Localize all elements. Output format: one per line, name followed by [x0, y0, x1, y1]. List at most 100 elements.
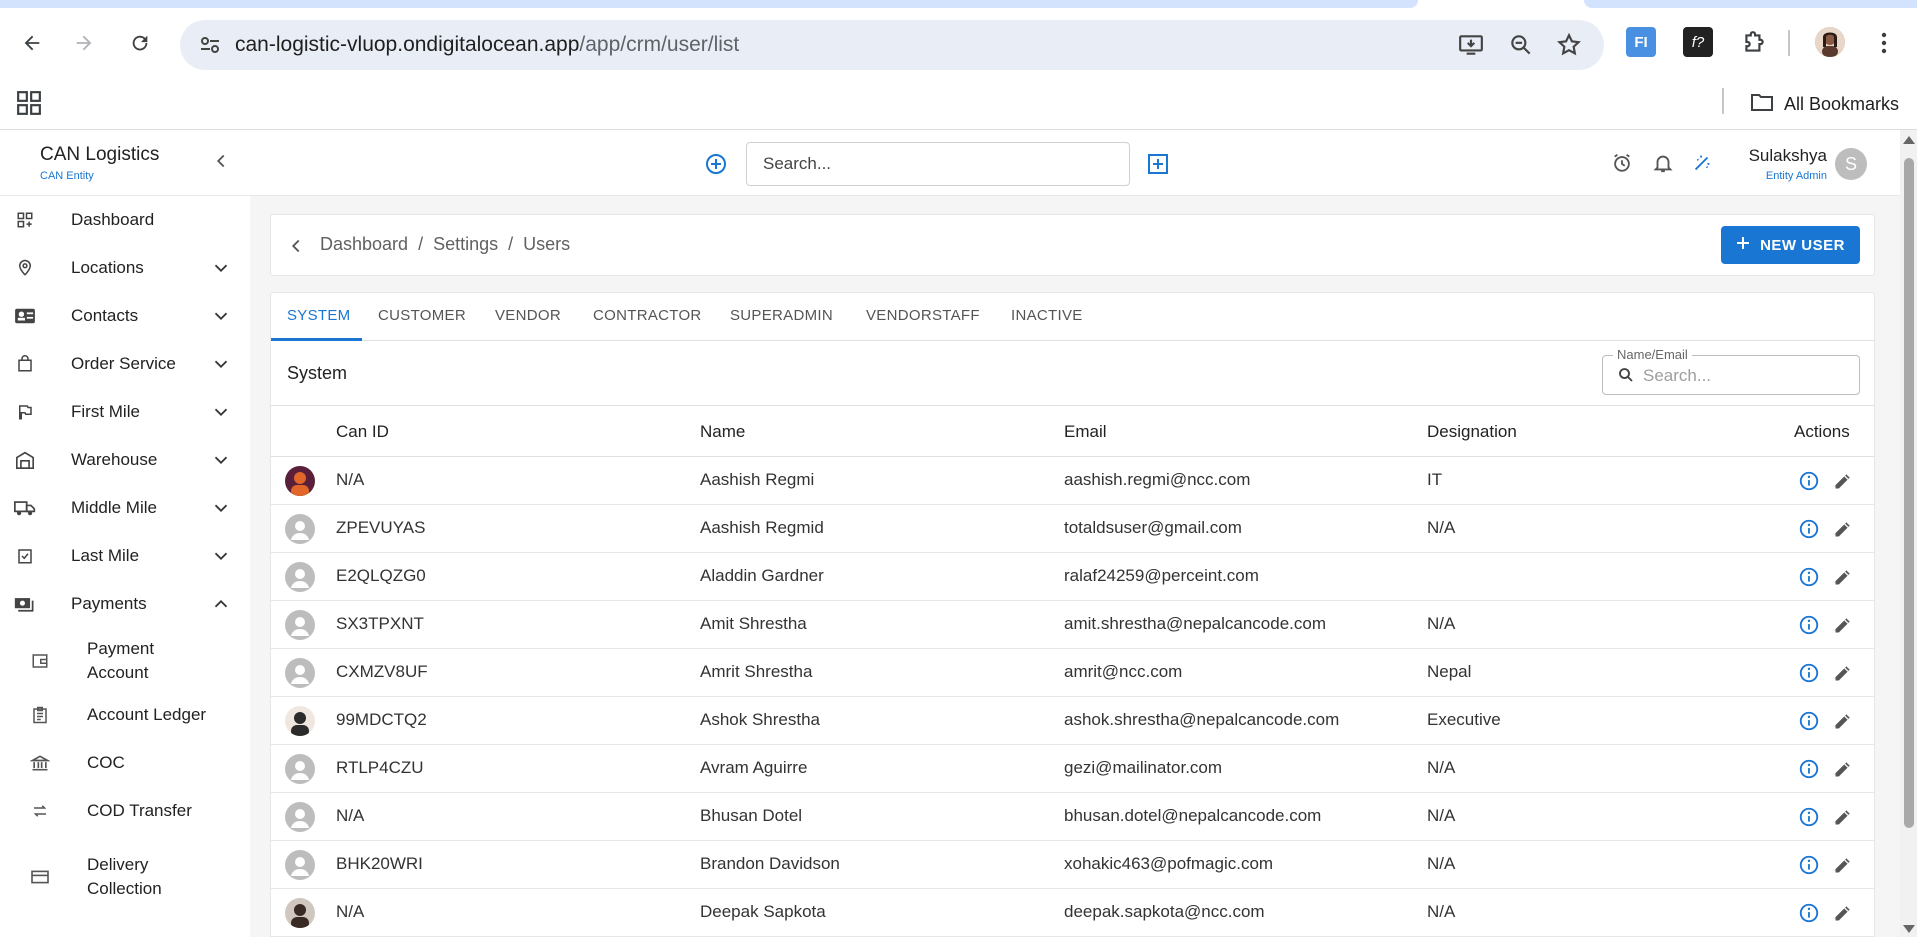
user-avatar[interactable]: S: [1835, 148, 1867, 180]
info-icon[interactable]: [1798, 854, 1820, 876]
tab-customer[interactable]: CUSTOMER: [378, 307, 466, 324]
table-row[interactable]: BHK20WRI Brandon Davidson xohakic463@pofma…: [271, 841, 1874, 889]
global-search[interactable]: [746, 142, 1130, 186]
back-chevron-icon[interactable]: [285, 235, 307, 257]
cell-email: deepak.sapkota@ncc.com: [1064, 902, 1265, 921]
table-row[interactable]: N/A Bhusan Dotel bhusan.dotel@nepalcancode…: [271, 793, 1874, 841]
tab-inactive[interactable]: INACTIVE: [1011, 307, 1083, 324]
add-box-icon[interactable]: [1146, 152, 1170, 176]
column-email[interactable]: Email: [1064, 422, 1107, 442]
edit-pencil-icon[interactable]: [1832, 854, 1854, 876]
scrollbar-thumb[interactable]: [1904, 158, 1914, 828]
collapse-sidebar-icon[interactable]: [210, 150, 232, 172]
sidebar-item-last-mile[interactable]: Last Mile: [0, 532, 250, 580]
apps-grid-icon[interactable]: [16, 90, 42, 121]
info-icon[interactable]: [1798, 758, 1820, 780]
column-designation[interactable]: Designation: [1427, 422, 1517, 442]
inactive-tab[interactable]: [1584, 0, 1917, 8]
scroll-down-arrow-icon[interactable]: [1903, 925, 1915, 933]
info-icon[interactable]: [1798, 614, 1820, 636]
tab-system[interactable]: SYSTEM: [287, 307, 350, 324]
column-can-id[interactable]: Can ID: [336, 422, 389, 442]
table-row[interactable]: ZPEVUYAS Aashish Regmid totaldsuser@gmail.…: [271, 505, 1874, 553]
info-icon[interactable]: [1798, 902, 1820, 924]
extensions-puzzle-icon[interactable]: [1736, 25, 1772, 61]
sidebar-item-payments[interactable]: Payments: [0, 580, 250, 628]
info-icon[interactable]: [1798, 806, 1820, 828]
edit-pencil-icon[interactable]: [1832, 710, 1854, 732]
info-icon[interactable]: [1798, 566, 1820, 588]
edit-pencil-icon[interactable]: [1832, 614, 1854, 636]
edit-pencil-icon[interactable]: [1832, 518, 1854, 540]
name-email-filter[interactable]: Name/Email: [1602, 347, 1860, 395]
breadcrumb-separator: /: [418, 234, 424, 254]
new-user-button[interactable]: NEW USER: [1721, 226, 1860, 264]
breadcrumb-settings[interactable]: Settings: [433, 234, 498, 255]
sidebar-item-first-mile[interactable]: First Mile: [0, 388, 250, 436]
address-bar[interactable]: can-logistic-vluop.ondigitalocean.app/ap…: [180, 20, 1604, 70]
table-row[interactable]: N/A Aashish Regmi aashish.regmi@ncc.com IT: [271, 457, 1874, 505]
breadcrumb: Dashboard / Settings / Users: [320, 234, 570, 255]
sidebar-item-dashboard[interactable]: Dashboard: [0, 196, 250, 244]
filter-search-input[interactable]: [1643, 364, 1843, 388]
zoom-icon[interactable]: [1508, 32, 1534, 63]
edit-pencil-icon[interactable]: [1832, 902, 1854, 924]
sidebar-item-warehouse[interactable]: Warehouse: [0, 436, 250, 484]
tab-vendor[interactable]: VENDOR: [495, 307, 561, 324]
info-icon[interactable]: [1798, 470, 1820, 492]
breadcrumb-dashboard[interactable]: Dashboard: [320, 234, 408, 255]
sidebar-item-payment-account[interactable]: Payment Account: [0, 636, 250, 686]
reload-icon[interactable]: [122, 25, 158, 61]
info-icon[interactable]: [1798, 518, 1820, 540]
active-tab[interactable]: [0, 0, 1418, 8]
user-photo-avatar: [285, 898, 315, 928]
sidebar-item-locations[interactable]: Locations: [0, 244, 250, 292]
info-icon[interactable]: [1798, 710, 1820, 732]
alarm-clock-icon[interactable]: [1609, 150, 1635, 176]
user-info[interactable]: Sulakshya Entity Admin: [1735, 146, 1827, 182]
profile-avatar[interactable]: [1815, 27, 1845, 57]
table-row[interactable]: 99MDCTQ2 Ashok Shrestha ashok.shrestha@nep…: [271, 697, 1874, 745]
sidebar-item-account-ledger[interactable]: Account Ledger: [0, 700, 250, 730]
folder-icon: [1750, 92, 1774, 117]
sidebar-item-contacts[interactable]: Contacts: [0, 292, 250, 340]
install-app-icon[interactable]: [1458, 32, 1484, 63]
sidebar-item-order-service[interactable]: Order Service: [0, 340, 250, 388]
edit-pencil-icon[interactable]: [1832, 758, 1854, 780]
tab-vendorstaff[interactable]: VENDORSTAFF: [866, 307, 980, 324]
global-search-input[interactable]: [747, 143, 1129, 185]
info-icon[interactable]: [1798, 662, 1820, 684]
edit-pencil-icon[interactable]: [1832, 470, 1854, 492]
scroll-up-arrow-icon[interactable]: [1903, 136, 1915, 144]
forward-arrow-icon[interactable]: [66, 25, 102, 61]
extension-fi-icon[interactable]: FI: [1626, 27, 1656, 57]
column-name[interactable]: Name: [700, 422, 745, 442]
url-text[interactable]: can-logistic-vluop.ondigitalocean.app/ap…: [235, 33, 739, 57]
scatter-tools-icon[interactable]: [1689, 150, 1715, 176]
tab-superadmin[interactable]: SUPERADMIN: [730, 307, 833, 324]
sidebar-item-middle-mile[interactable]: Middle Mile: [0, 484, 250, 532]
user-type-tabs: SYSTEM CUSTOMER VENDOR CONTRACTOR SUPERA…: [271, 293, 1874, 341]
edit-pencil-icon[interactable]: [1832, 806, 1854, 828]
tab-contractor[interactable]: CONTRACTOR: [593, 307, 702, 324]
extension-formula-icon[interactable]: f?: [1683, 27, 1713, 57]
table-row[interactable]: RTLP4CZU Avram Aguirre gezi@mailinator.com…: [271, 745, 1874, 793]
table-row[interactable]: CXMZV8UF Amrit Shrestha amrit@ncc.com Nepal: [271, 649, 1874, 697]
all-bookmarks-button[interactable]: All Bookmarks: [1750, 92, 1899, 117]
bookmark-star-icon[interactable]: [1556, 32, 1582, 63]
edit-pencil-icon[interactable]: [1832, 566, 1854, 588]
sidebar-item-delivery-collection[interactable]: Delivery Collection: [0, 852, 250, 902]
more-menu-icon[interactable]: [1866, 25, 1902, 61]
add-circle-icon[interactable]: [704, 152, 728, 176]
sidebar-item-coc[interactable]: COC: [0, 748, 250, 778]
cell-designation: IT: [1427, 470, 1443, 489]
table-row[interactable]: SX3TPXNT Amit Shrestha amit.shrestha@nepal…: [271, 601, 1874, 649]
edit-pencil-icon[interactable]: [1832, 662, 1854, 684]
site-settings-icon[interactable]: [198, 33, 222, 62]
table-row[interactable]: N/A Deepak Sapkota deepak.sapkota@ncc.com N…: [271, 889, 1874, 937]
back-arrow-icon[interactable]: [14, 25, 50, 61]
notification-bell-icon[interactable]: [1650, 150, 1676, 176]
sidebar-item-cod-transfer[interactable]: COD Transfer: [0, 796, 250, 826]
table-row[interactable]: E2QLQZG0 Aladdin Gardner ralaf24259@percei…: [271, 553, 1874, 601]
page-scrollbar[interactable]: [1900, 130, 1917, 937]
